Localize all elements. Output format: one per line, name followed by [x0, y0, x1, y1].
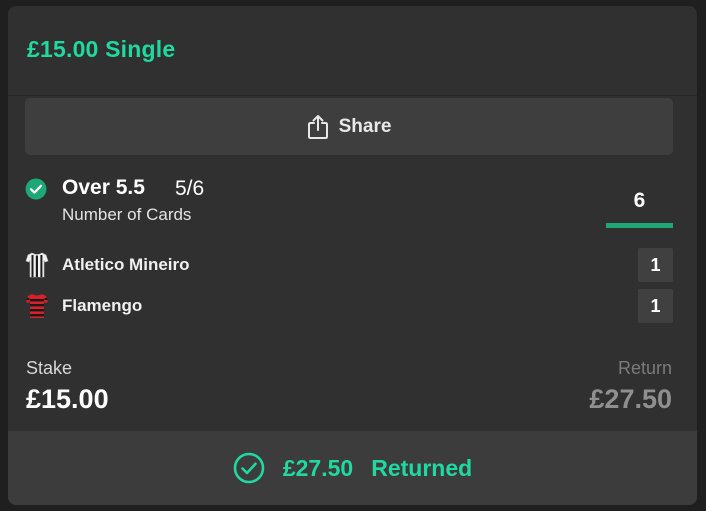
striped-kit-icon	[25, 252, 49, 278]
team-score: 1	[638, 248, 673, 282]
stake-label: Stake	[26, 358, 73, 378]
check-circle-outline-icon	[233, 452, 265, 484]
team-name: Atletico Mineiro	[62, 255, 190, 274]
returned-banner: £27.50 Returned	[8, 431, 697, 505]
return-value: £27.50	[589, 384, 672, 414]
bet-card: £15.00 Single Share Over 5.5 5/6 Number …	[8, 6, 697, 505]
team-name: Flamengo	[62, 296, 143, 315]
team-score: 1	[638, 289, 673, 323]
bet-title: £15.00 Single	[27, 36, 176, 62]
share-button[interactable]: Share	[25, 98, 673, 155]
divider	[8, 95, 697, 96]
check-circle-icon	[25, 178, 47, 200]
returned-status: Returned	[371, 454, 473, 481]
striped-kit-icon	[25, 293, 49, 319]
share-icon	[307, 114, 329, 140]
team-row-away: Flamengo 1	[25, 289, 673, 323]
result-value: 6	[633, 189, 646, 212]
share-label: Share	[338, 115, 392, 137]
return-label: Return	[617, 358, 672, 378]
selection-odds: 5/6	[175, 177, 205, 200]
stake-value: £15.00	[26, 384, 109, 414]
selection-market: Number of Cards	[62, 205, 192, 224]
returned-amount: £27.50	[282, 454, 354, 481]
team-row-home: Atletico Mineiro 1	[25, 248, 673, 282]
result-progress-bar	[606, 223, 673, 228]
selection-name: Over 5.5	[62, 176, 145, 199]
